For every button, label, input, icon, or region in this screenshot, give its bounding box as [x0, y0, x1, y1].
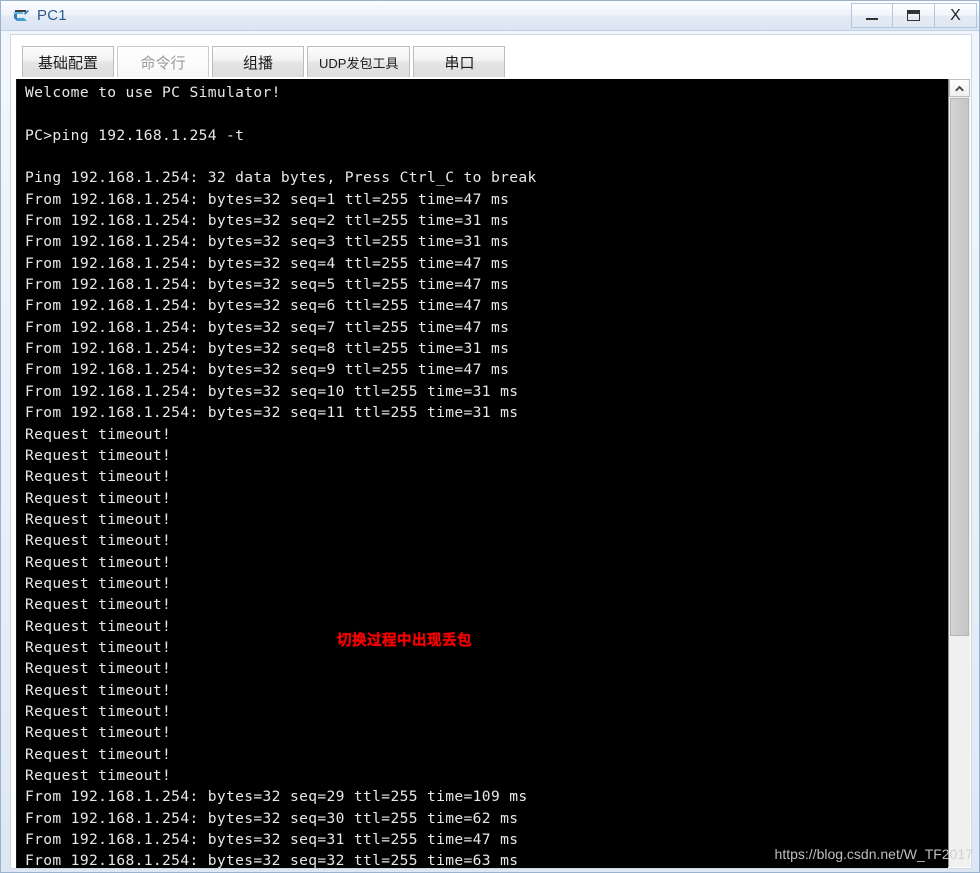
- command-line-panel: Welcome to use PC Simulator! PC>ping 192…: [10, 77, 972, 869]
- tab-label: 命令行: [140, 54, 186, 72]
- terminal-line: Request timeout!: [25, 574, 172, 592]
- packet-loss-annotation: 切换过程中出现丢包: [337, 633, 472, 649]
- tab-label: 串口: [444, 54, 475, 72]
- terminal-line: From 192.168.1.254: bytes=32 seq=11 ttl=…: [25, 404, 519, 422]
- scrollbar-track[interactable]: [950, 636, 969, 867]
- terminal-line: From 192.168.1.254: bytes=32 seq=4 ttl=2…: [25, 254, 510, 272]
- close-icon: X: [950, 6, 961, 24]
- terminal-line: Request timeout!: [25, 638, 172, 656]
- terminal-line: Request timeout!: [25, 553, 172, 571]
- title-bar-left: PC1: [1, 7, 67, 25]
- title-bar[interactable]: PC1 X: [1, 1, 979, 31]
- terminal-line: From 192.168.1.254: bytes=32 seq=2 ttl=2…: [25, 212, 510, 230]
- terminal-line: From 192.168.1.254: bytes=32 seq=10 ttl=…: [25, 382, 519, 400]
- terminal-line: From 192.168.1.254: bytes=32 seq=3 ttl=2…: [25, 233, 510, 251]
- terminal-line: From 192.168.1.254: bytes=32 seq=9 ttl=2…: [25, 361, 510, 379]
- terminal-line: Request timeout!: [25, 767, 172, 784]
- terminal-line: Ping 192.168.1.254: 32 data bytes, Press…: [25, 169, 537, 187]
- tab-strip: 基础配置 命令行 组播 UDP发包工具 串口: [10, 34, 972, 77]
- terminal-line: From 192.168.1.254: bytes=32 seq=6 ttl=2…: [25, 297, 510, 315]
- terminal-line: From 192.168.1.254: bytes=32 seq=8 ttl=2…: [25, 340, 510, 358]
- terminal-line: Request timeout!: [25, 468, 172, 486]
- terminal-line: From 192.168.1.254: bytes=32 seq=1 ttl=2…: [25, 190, 510, 208]
- terminal-line: From 192.168.1.254: bytes=32 seq=29 ttl=…: [25, 788, 528, 806]
- terminal-line: PC>ping 192.168.1.254 -t: [25, 126, 245, 144]
- tab-multicast[interactable]: 组播: [212, 46, 305, 77]
- watermark-text: https://blog.csdn.net/W_TF2017: [774, 846, 973, 862]
- terminal-line: Request timeout!: [25, 724, 172, 742]
- terminal-line: From 192.168.1.254: bytes=32 seq=5 ttl=2…: [25, 276, 510, 294]
- terminal-line: Request timeout!: [25, 532, 172, 550]
- terminal-line: Request timeout!: [25, 681, 172, 699]
- maximize-button[interactable]: [893, 3, 935, 28]
- terminal-line: Request timeout!: [25, 510, 172, 528]
- terminal-scrollbar[interactable]: [948, 79, 970, 867]
- pc-computer-icon: [13, 9, 29, 21]
- tab-serial-port[interactable]: 串口: [413, 46, 506, 77]
- scrollbar-thumb[interactable]: [950, 98, 969, 636]
- tab-label: UDP发包工具: [319, 55, 399, 71]
- terminal-output: Welcome to use PC Simulator! PC>ping 192…: [25, 82, 948, 868]
- tab-label: 基础配置: [38, 54, 99, 72]
- minimize-icon: [866, 18, 878, 20]
- terminal-line: From 192.168.1.254: bytes=32 seq=7 ttl=2…: [25, 318, 510, 336]
- minimize-button[interactable]: [851, 3, 893, 28]
- terminal-line: Request timeout!: [25, 596, 172, 614]
- maximize-icon: [907, 10, 920, 21]
- terminal-console[interactable]: Welcome to use PC Simulator! PC>ping 192…: [16, 79, 948, 868]
- scroll-up-button[interactable]: [949, 79, 970, 97]
- pc1-window: PC1 X 基础配置 命令行 组播 UDP发包工具 串口 Welcome to …: [0, 0, 980, 873]
- chevron-up-icon: [955, 85, 964, 92]
- terminal-line: Request timeout!: [25, 660, 172, 678]
- close-button[interactable]: X: [935, 3, 977, 28]
- tab-basic-config[interactable]: 基础配置: [22, 46, 115, 77]
- tab-label: 组播: [243, 54, 274, 72]
- terminal-line: Request timeout!: [25, 745, 172, 763]
- terminal-line: Request timeout!: [25, 425, 172, 443]
- terminal-line: Request timeout!: [25, 489, 172, 507]
- window-title: PC1: [37, 7, 67, 24]
- terminal-line: Request timeout!: [25, 702, 172, 720]
- window-controls: X: [851, 3, 977, 29]
- terminal-line: Welcome to use PC Simulator!: [25, 84, 281, 101]
- tab-udp-packet-tool[interactable]: UDP发包工具: [307, 46, 411, 77]
- terminal-line: From 192.168.1.254: bytes=32 seq=30 ttl=…: [25, 809, 519, 827]
- tab-command-line[interactable]: 命令行: [117, 46, 210, 77]
- terminal-line: Request timeout!: [25, 446, 172, 464]
- terminal-line: Request timeout!: [25, 617, 172, 635]
